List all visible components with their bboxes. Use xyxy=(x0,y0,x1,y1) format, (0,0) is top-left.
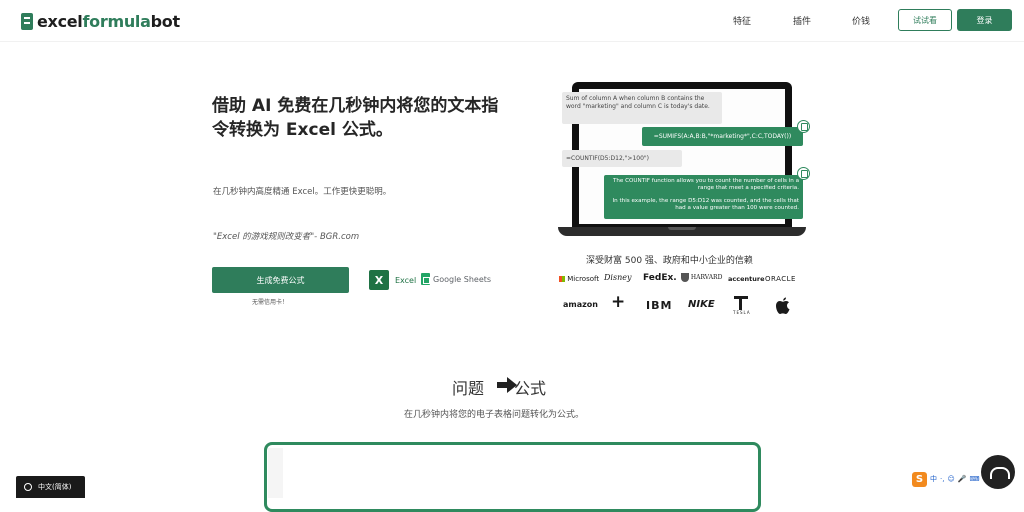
prompt-bubble-1: Sum of column A when column B contains t… xyxy=(562,92,722,124)
hero-title: 借助 AI 免费在几秒钟内将您的文本指令转换为 Excel 公式。 xyxy=(212,96,499,140)
trust-title: 深受财富 500 强、政府和中小企业的信赖 xyxy=(586,256,753,266)
brand-logo-accenture: accenture xyxy=(728,275,765,283)
formula-bubble-2: =COUNTIF(D5:D12,">100") xyxy=(562,150,682,167)
section-title-formula: 公式 xyxy=(514,379,547,398)
site-header: excelformulabot 特征 插件 价钱 试试看 登录 xyxy=(0,0,1024,42)
brand-logo-oracle: ORACLE xyxy=(765,275,796,283)
generate-free-formula-button[interactable]: 生成免费公式 xyxy=(212,267,349,293)
ime-chinese-mode[interactable]: 中 xyxy=(930,474,937,484)
header-divider xyxy=(0,41,1024,42)
site-logo[interactable]: excelformulabot xyxy=(21,11,180,31)
excel-icon: X xyxy=(369,270,389,290)
laptop-notch xyxy=(668,227,696,230)
globe-icon xyxy=(24,483,32,491)
section-title-question: 问题 xyxy=(452,379,485,398)
explanation-line-1: The COUNTIF function allows you to count… xyxy=(612,178,799,191)
brand-logo-tesla: TESLA xyxy=(733,296,751,315)
tesla-t-icon xyxy=(734,296,748,310)
ime-emoji-icon[interactable]: ☺ xyxy=(947,475,954,483)
ime-punctuation[interactable]: ·, xyxy=(940,475,944,483)
language-label: 中文(简体) xyxy=(38,483,72,491)
google-sheets-badge: Google Sheets xyxy=(421,273,491,285)
nav-pricing[interactable]: 价钱 xyxy=(852,14,870,27)
explanation-line-2: In this example, the range D5:D12 was co… xyxy=(612,198,799,211)
google-sheets-label: Google Sheets xyxy=(433,274,492,284)
explanation-bubble: The COUNTIF function allows you to count… xyxy=(604,175,803,219)
brand-logo-amazon: amazon xyxy=(563,300,598,309)
try-it-button[interactable]: 试试看 xyxy=(898,9,952,31)
nav-features[interactable]: 特征 xyxy=(733,14,751,27)
copy-icon[interactable] xyxy=(797,167,810,180)
brand-logo-disney: Disney xyxy=(604,273,632,282)
no-credit-card-note: 无需信用卡！ xyxy=(252,299,289,306)
arrow-right-icon xyxy=(497,377,517,393)
nav-plugins[interactable]: 插件 xyxy=(793,14,811,27)
copy-icon[interactable] xyxy=(797,120,810,133)
brand-logo-redcross: + xyxy=(611,292,626,312)
shield-icon xyxy=(681,273,689,282)
language-switcher[interactable]: 中文(简体) xyxy=(16,476,85,498)
brand-logo-microsoft: Microsoft xyxy=(559,275,599,283)
demo-editor-panel xyxy=(264,442,761,512)
ime-mic-icon[interactable]: 🎤 xyxy=(958,475,967,483)
logo-wordmark: excelformulabot xyxy=(37,11,180,31)
section-subtitle: 在几秒钟内将您的电子表格问题转化为公式。 xyxy=(404,410,585,420)
ime-keyboard-icon[interactable]: ⌨ xyxy=(969,475,979,483)
formula-bubble-1: =SUMIFS(A:A,B:B,"*marketing*",C:C,TODAY(… xyxy=(642,127,803,146)
editor-gutter xyxy=(268,448,283,498)
sogou-ime-icon[interactable]: S xyxy=(912,471,927,487)
chat-support-icon[interactable] xyxy=(981,455,1015,489)
brand-logo-ibm: IBM xyxy=(646,299,673,312)
excel-label: Excel xyxy=(395,275,417,285)
brand-logo-harvard: HARVARD xyxy=(681,273,722,282)
spreadsheet-logo-icon xyxy=(21,12,33,30)
apple-icon xyxy=(775,297,791,315)
excel-badge: X Excel xyxy=(369,270,416,290)
press-quote: "Excel 的游戏规则改变者"- BGR.com xyxy=(213,232,360,242)
microsoft-icon xyxy=(559,276,565,282)
google-sheets-icon xyxy=(421,273,430,285)
brand-logo-fedex: FedEx. xyxy=(643,273,677,283)
login-button[interactable]: 登录 xyxy=(957,9,1012,31)
hero-subtitle: 在几秒钟内高度精通 Excel。工作更快更聪明。 xyxy=(213,187,392,197)
brand-logo-nike: NIKE xyxy=(688,299,715,310)
